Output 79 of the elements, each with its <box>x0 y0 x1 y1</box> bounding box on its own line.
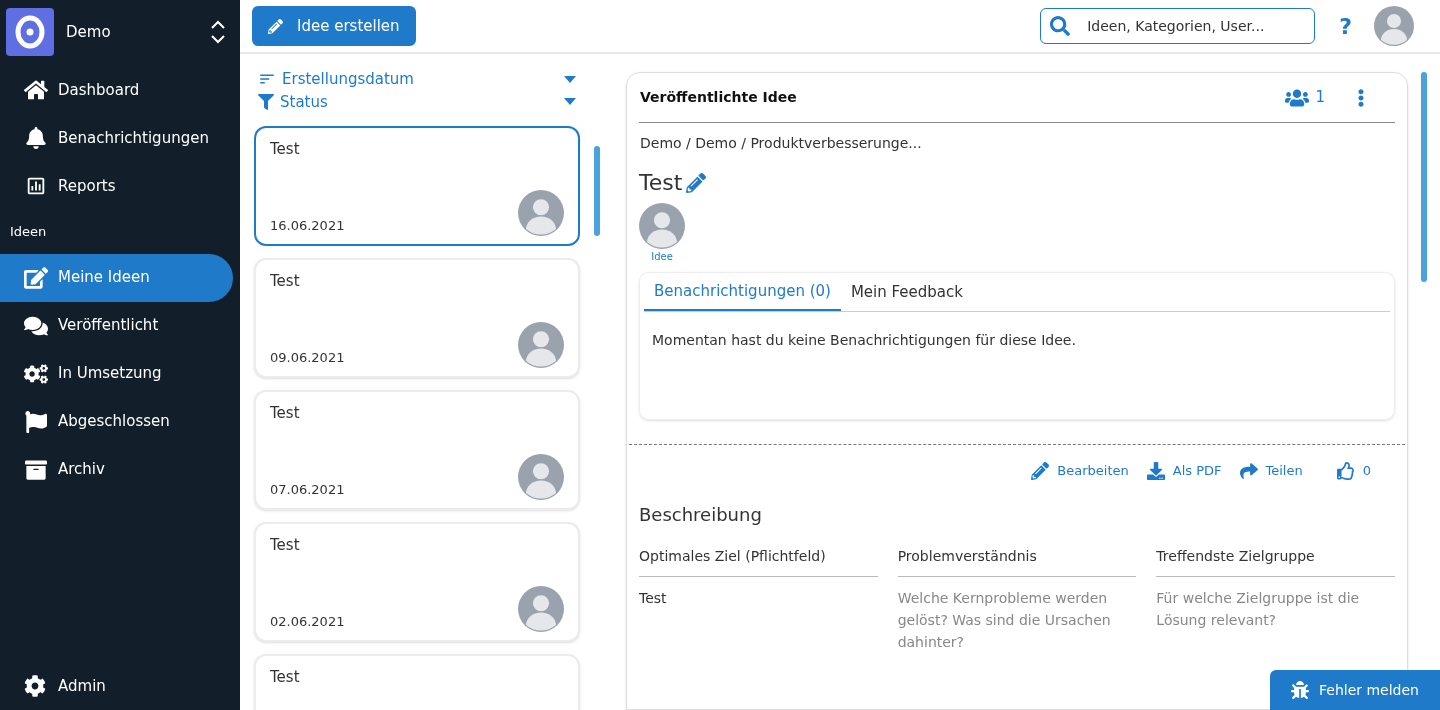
avatar <box>1374 6 1414 46</box>
scrollbar-thumb[interactable] <box>594 146 600 236</box>
field-label: Problemverständnis <box>897 545 1137 577</box>
breadcrumb: Demo / Demo / Produktverbesserunge... <box>639 134 923 153</box>
share-arrow-icon <box>1239 461 1258 480</box>
card-title: Veröffentlichte Idee <box>640 88 798 107</box>
idea-title: Test <box>270 403 301 424</box>
idea-card[interactable]: Test 07.06.2021 <box>254 390 580 510</box>
idea-title: Test <box>270 139 301 160</box>
filter-icon <box>258 93 274 110</box>
filter-dropdown[interactable]: Status <box>254 90 580 113</box>
nav-item[interactable]: Benachrichtigungen <box>0 114 233 162</box>
action-link[interactable]: 0 <box>1336 461 1371 481</box>
idea-title: Test <box>270 535 301 556</box>
idea-card[interactable]: Test 09.06.2021 <box>254 258 580 378</box>
action-link[interactable]: Bearbeiten <box>1031 461 1129 481</box>
idea-card[interactable]: Test 16.06.2021 <box>254 126 580 246</box>
flag-icon <box>24 410 48 433</box>
field-label: Treffendste Zielgruppe <box>1156 545 1395 577</box>
expand-collapse-icon[interactable] <box>210 19 226 45</box>
download-icon <box>1146 461 1165 480</box>
pencil-icon <box>1031 461 1050 480</box>
nav-item[interactable]: Reports <box>0 162 233 210</box>
nav-item[interactable]: In Umsetzung <box>0 349 233 398</box>
pencil-icon[interactable] <box>686 172 707 193</box>
action-link[interactable]: Als PDF <box>1146 461 1222 481</box>
nav-section-label: Ideen <box>9 223 48 241</box>
field-hint: Für welche Zielgruppe ist die Lösung relevant? <box>1156 588 1361 630</box>
nav-item[interactable]: Veröffentlicht <box>0 301 233 350</box>
idea-date: 09.06.2021 <box>270 348 345 367</box>
workspace-name: Demo <box>66 21 112 43</box>
idea-date: 02.06.2021 <box>270 612 345 631</box>
speech-bubbles-icon <box>24 314 48 337</box>
bell-icon <box>24 127 48 149</box>
idea-card[interactable]: Test 02.06.2021 <box>254 522 580 642</box>
caret-icon <box>564 98 576 106</box>
scrollbar-thumb[interactable] <box>1421 72 1427 282</box>
empty-message: Momentan hast du keine Benachrichtigungen für diese Idee. <box>651 331 1077 350</box>
edit-icon <box>24 266 48 289</box>
create-idea-button[interactable]: Idee erstellen <box>252 6 416 46</box>
logo-icon <box>6 8 54 56</box>
idea-title: Test <box>270 271 301 292</box>
search-icon <box>1050 16 1071 36</box>
nav-item[interactable]: Archiv <box>0 445 233 494</box>
house-icon <box>24 79 48 101</box>
nav-item[interactable]: Dashboard <box>0 66 233 114</box>
search-field[interactable]: Ideen, Kategorien, User... <box>1040 8 1316 44</box>
field-label: Optimales Ziel (Pflichtfeld) <box>639 545 878 577</box>
idea-date: 07.06.2021 <box>270 480 345 499</box>
gears-icon <box>24 362 48 385</box>
idea-date: 16.06.2021 <box>270 216 345 235</box>
bug-icon <box>1291 681 1309 699</box>
idea-card[interactable]: Test <box>254 654 580 710</box>
avatar <box>518 190 564 236</box>
idea-title: Test <box>270 667 301 688</box>
avatar <box>639 203 685 249</box>
field-hint: Welche Kernprobleme werden gelöst? Was sind die Ursachen dahinter? <box>897 588 1112 652</box>
author-role: Idee <box>651 250 673 264</box>
archive-box-icon <box>24 458 48 481</box>
filter-dropdown[interactable]: Erstellungsdatum <box>254 68 580 91</box>
field-value: Test <box>639 588 668 608</box>
pencil-icon <box>268 18 283 34</box>
nav-item[interactable]: Admin <box>0 664 240 708</box>
thumbs-up-icon <box>1336 461 1355 480</box>
caret-icon <box>564 75 576 83</box>
tab[interactable]: Mein Feedback <box>840 273 973 311</box>
report-bug-button[interactable]: Fehler melden <box>1270 670 1440 710</box>
tab[interactable]: Benachrichtigungen (0) <box>644 273 841 311</box>
avatar <box>518 322 564 368</box>
nav-item[interactable]: Meine Ideen <box>0 253 233 302</box>
idea-title: Test <box>639 169 683 197</box>
nav-item[interactable]: Abgeschlossen <box>0 397 233 446</box>
settings-icon <box>24 675 46 697</box>
avatar <box>518 586 564 632</box>
member-count: 1 <box>1315 87 1325 109</box>
section-heading: Beschreibung <box>639 502 763 527</box>
help-button[interactable]: ? <box>1339 9 1352 43</box>
action-link[interactable]: Teilen <box>1239 461 1303 481</box>
avatar <box>518 454 564 500</box>
